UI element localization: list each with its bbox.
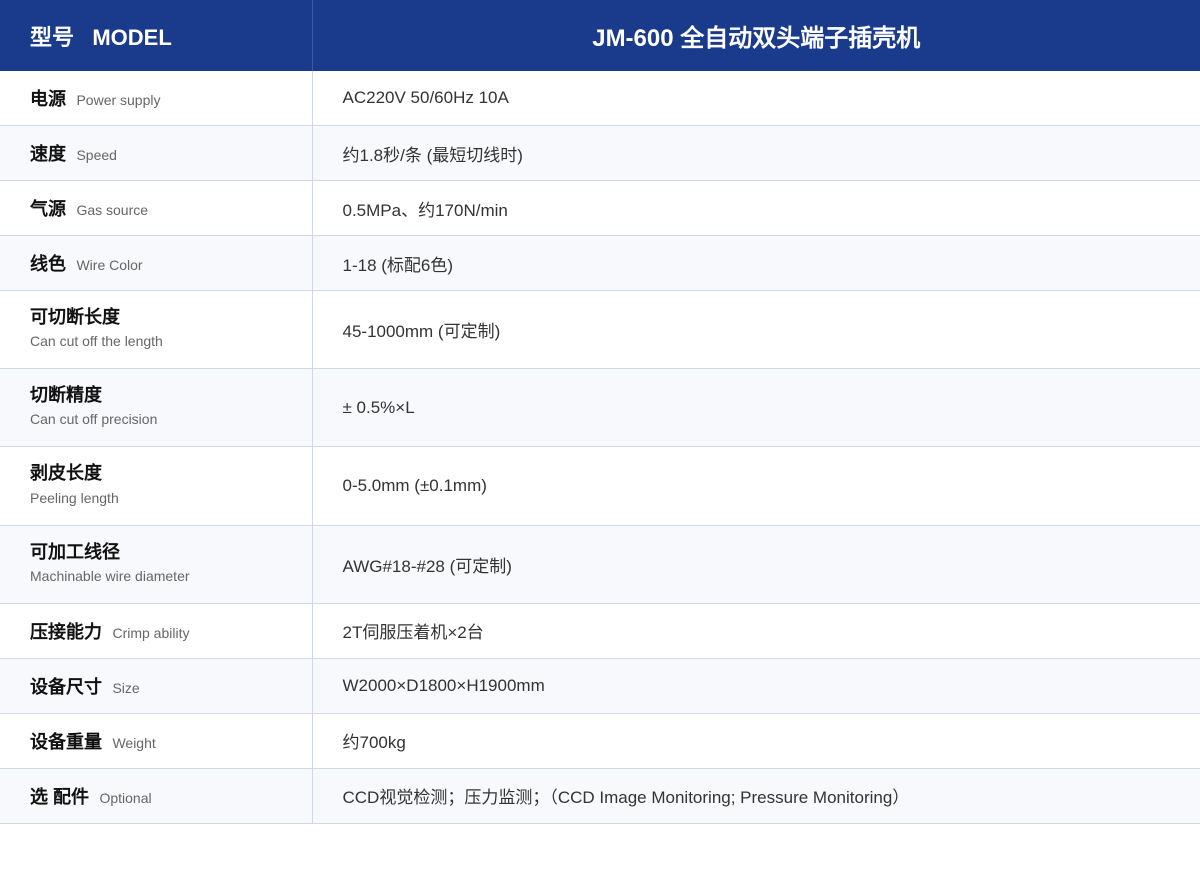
table-row: 压接能力 Crimp ability 2T伺服压着机×2台	[0, 603, 1200, 658]
label-zh-cut-length: 可切断长度	[30, 305, 282, 330]
value-cell-crimp: 2T伺服压着机×2台	[312, 603, 1200, 658]
value-cell-cut-precision: ± 0.5%×L	[312, 369, 1200, 447]
model-label-en: MODEL	[92, 25, 171, 50]
model-label-header: 型号 MODEL	[0, 0, 312, 71]
label-cell-peel-length: 剥皮长度 Peeling length	[0, 447, 312, 525]
label-en-crimp: Crimp ability	[112, 625, 189, 641]
table-row: 电源 Power supply AC220V 50/60Hz 10A	[0, 71, 1200, 126]
label-zh-cut-precision: 切断精度	[30, 383, 282, 408]
label-cell-optional: 选 配件 Optional	[0, 768, 312, 823]
table-row: 线色 Wire Color 1-18 (标配6色)	[0, 236, 1200, 291]
value-cell-gas: 0.5MPa、约170N/min	[312, 181, 1200, 236]
label-en-size: Size	[112, 680, 139, 696]
label-cell-crimp: 压接能力 Crimp ability	[0, 603, 312, 658]
value-cell-peel-length: 0-5.0mm (±0.1mm)	[312, 447, 1200, 525]
value-cell-size: W2000×D1800×H1900mm	[312, 658, 1200, 713]
label-en-optional: Optional	[99, 790, 151, 806]
label-zh-crimp: 压接能力	[30, 622, 102, 642]
label-zh-optional: 选 配件	[30, 787, 89, 807]
label-zh-peel-length: 剥皮长度	[30, 461, 282, 486]
label-zh-weight: 设备重量	[30, 732, 102, 752]
label-en-wire-color: Wire Color	[76, 257, 142, 273]
table-row: 切断精度 Can cut off precision ± 0.5%×L	[0, 369, 1200, 447]
label-cell-cut-length: 可切断长度 Can cut off the length	[0, 291, 312, 369]
label-zh-gas: 气源	[30, 199, 66, 219]
table-row: 选 配件 Optional CCD视觉检测；压力监测；（CCD Image Mo…	[0, 768, 1200, 823]
value-cell-optional: CCD视觉检测；压力监测；（CCD Image Monitoring; Pres…	[312, 768, 1200, 823]
table-row: 可切断长度 Can cut off the length 45-1000mm (…	[0, 291, 1200, 369]
label-cell-gas: 气源 Gas source	[0, 181, 312, 236]
table-row: 设备重量 Weight 约700kg	[0, 713, 1200, 768]
label-cell-speed: 速度 Speed	[0, 126, 312, 181]
value-cell-wire-color: 1-18 (标配6色)	[312, 236, 1200, 291]
label-en-power: Power supply	[76, 92, 160, 108]
label-zh-wire-color: 线色	[30, 254, 66, 274]
label-zh-size: 设备尺寸	[30, 677, 102, 697]
label-cell-wire-color: 线色 Wire Color	[0, 236, 312, 291]
value-cell-wire-diameter: AWG#18-#28 (可定制)	[312, 525, 1200, 603]
label-cell-size: 设备尺寸 Size	[0, 658, 312, 713]
label-cell-cut-precision: 切断精度 Can cut off precision	[0, 369, 312, 447]
model-label-zh: 型号	[30, 25, 74, 50]
label-en-gas: Gas source	[76, 202, 148, 218]
label-cell-wire-diameter: 可加工线径 Machinable wire diameter	[0, 525, 312, 603]
label-en-wire-diameter: Machinable wire diameter	[30, 568, 190, 584]
value-cell-cut-length: 45-1000mm (可定制)	[312, 291, 1200, 369]
label-zh-power: 电源	[30, 89, 66, 109]
spec-table: 型号 MODEL JM-600 全自动双头端子插壳机 电源 Power supp…	[0, 0, 1200, 824]
table-row: 气源 Gas source 0.5MPa、约170N/min	[0, 181, 1200, 236]
label-zh-wire-diameter: 可加工线径	[30, 540, 282, 565]
label-cell-power: 电源 Power supply	[0, 71, 312, 126]
table-row: 可加工线径 Machinable wire diameter AWG#18-#2…	[0, 525, 1200, 603]
label-zh-speed: 速度	[30, 144, 66, 164]
label-en-cut-length: Can cut off the length	[30, 333, 163, 349]
label-cell-weight: 设备重量 Weight	[0, 713, 312, 768]
label-en-weight: Weight	[112, 735, 155, 751]
label-en-speed: Speed	[76, 147, 116, 163]
table-row: 设备尺寸 Size W2000×D1800×H1900mm	[0, 658, 1200, 713]
value-cell-speed: 约1.8秒/条 (最短切线时)	[312, 126, 1200, 181]
label-en-peel-length: Peeling length	[30, 490, 119, 506]
table-row: 速度 Speed 约1.8秒/条 (最短切线时)	[0, 126, 1200, 181]
table-row: 剥皮长度 Peeling length 0-5.0mm (±0.1mm)	[0, 447, 1200, 525]
value-cell-weight: 约700kg	[312, 713, 1200, 768]
model-value-header: JM-600 全自动双头端子插壳机	[312, 0, 1200, 71]
label-en-cut-precision: Can cut off precision	[30, 411, 157, 427]
value-cell-power: AC220V 50/60Hz 10A	[312, 71, 1200, 126]
